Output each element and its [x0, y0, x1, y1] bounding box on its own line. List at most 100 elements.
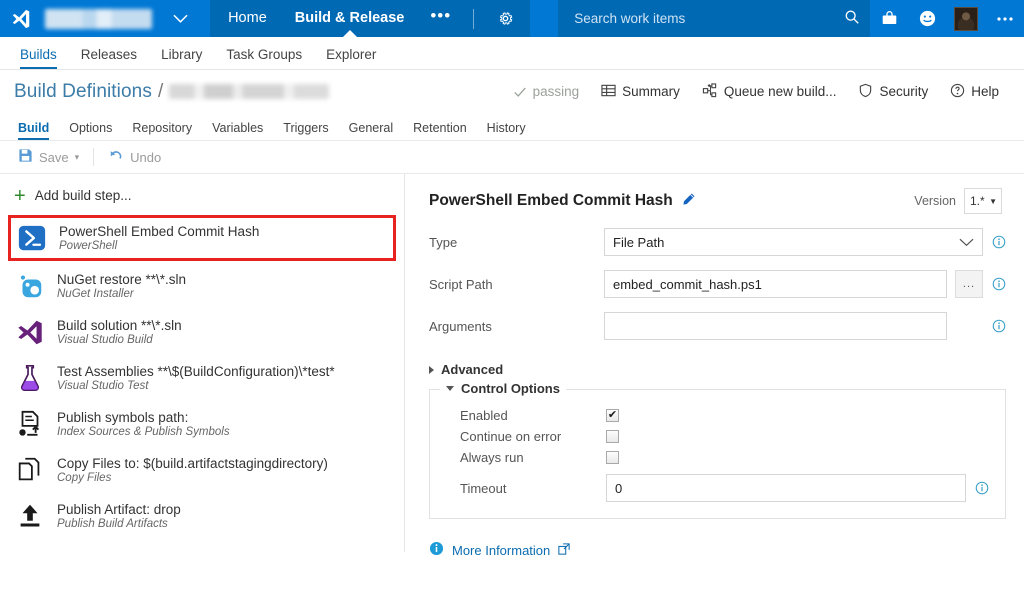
info-icon[interactable]	[974, 481, 989, 495]
info-icon[interactable]	[991, 277, 1006, 291]
table-icon	[601, 83, 616, 101]
build-step-title: Build solution **\*.sln	[57, 318, 182, 333]
continue-on-error-checkbox[interactable]	[606, 430, 619, 443]
shield-icon	[858, 83, 873, 101]
build-step-powershell[interactable]: PowerShell Embed Commit Hash PowerShell	[8, 215, 396, 261]
build-step-subtitle: Visual Studio Build	[57, 334, 153, 346]
tab-variables[interactable]: Variables	[202, 121, 273, 140]
control-row-always-run: Always run	[430, 450, 1005, 465]
timeout-input[interactable]	[606, 474, 966, 502]
enabled-checkbox[interactable]	[606, 409, 619, 422]
add-build-step-button[interactable]: + Add build step...	[0, 174, 404, 215]
nav-overflow-icon[interactable]: •••	[418, 0, 463, 37]
info-icon[interactable]	[991, 235, 1006, 249]
chevron-right-icon	[429, 365, 434, 374]
upload-arrow-icon	[14, 500, 46, 532]
control-options-legend: Control Options	[461, 381, 560, 396]
build-step-build-solution[interactable]: Build solution **\*.sln Visual Studio Bu…	[6, 309, 398, 355]
build-step-title: Publish symbols path:	[57, 410, 189, 425]
build-step-nuget-restore[interactable]: NuGet restore **\*.sln NuGet Installer	[6, 263, 398, 309]
definition-tabs: Build Options Repository Variables Trigg…	[0, 113, 1024, 141]
marketplace-icon[interactable]	[870, 0, 908, 37]
arguments-input[interactable]	[604, 312, 947, 340]
nav-item-home[interactable]: Home	[214, 0, 281, 37]
security-label: Security	[879, 84, 929, 99]
build-step-copy-files[interactable]: Copy Files to: $(build.artifactstagingdi…	[6, 447, 398, 493]
subnav-item-releases[interactable]: Releases	[69, 47, 149, 69]
pencil-icon[interactable]	[681, 192, 696, 210]
subnav-item-explorer[interactable]: Explorer	[314, 47, 388, 69]
page-title: PowerShell Embed Commit Hash	[429, 192, 673, 209]
breadcrumb-root[interactable]: Build Definitions	[14, 81, 152, 102]
breadcrumb-separator: /	[157, 80, 164, 102]
build-step-title: NuGet restore **\*.sln	[57, 272, 187, 287]
subnav-item-builds[interactable]: Builds	[8, 47, 69, 69]
chevron-down-icon[interactable]	[152, 0, 210, 37]
queue-new-build-label: Queue new build...	[723, 84, 837, 99]
toolbar-divider	[93, 148, 95, 166]
more-information-label: More Information	[452, 542, 551, 558]
browse-button[interactable]: ...	[955, 270, 983, 298]
user-avatar[interactable]	[954, 6, 979, 31]
version-value: 1.*	[970, 194, 985, 208]
timeout-label: Timeout	[460, 480, 507, 496]
chevron-down-icon	[959, 235, 974, 250]
tab-build[interactable]: Build	[8, 121, 59, 140]
tab-options[interactable]: Options	[59, 121, 122, 140]
field-row-script-path: Script Path ...	[429, 270, 1024, 298]
summary-button[interactable]: Summary	[590, 79, 691, 105]
always-run-label: Always run	[460, 450, 524, 465]
build-step-publish-artifact[interactable]: Publish Artifact: drop Publish Build Art…	[6, 493, 398, 539]
help-button[interactable]: Help	[939, 79, 1010, 105]
queue-new-build-button[interactable]: Queue new build...	[691, 79, 848, 105]
advanced-section-toggle[interactable]: Advanced	[429, 362, 1024, 377]
field-row-arguments: Arguments	[429, 312, 1024, 340]
version-dropdown[interactable]: 1.* ▼	[964, 188, 1002, 214]
external-link-icon	[558, 542, 570, 558]
organization-name-redacted	[44, 8, 152, 29]
feedback-smiley-icon[interactable]	[908, 0, 946, 37]
script-path-input[interactable]	[604, 270, 947, 298]
nav-item-build-release[interactable]: Build & Release	[281, 0, 419, 37]
always-run-checkbox[interactable]	[606, 451, 619, 464]
search-icon[interactable]	[844, 9, 860, 28]
tab-repository[interactable]: Repository	[122, 121, 202, 140]
field-row-type: Type File Path	[429, 228, 1024, 256]
security-button[interactable]: Security	[847, 79, 939, 105]
script-path-label: Script Path	[429, 276, 493, 292]
build-steps-panel: + Add build step... PowerShell Embed Com…	[0, 174, 405, 552]
save-caret-icon[interactable]: ▾	[75, 152, 80, 163]
subnav-item-task-groups[interactable]: Task Groups	[214, 47, 314, 69]
subnav-item-library[interactable]: Library	[149, 47, 214, 69]
search-input[interactable]	[572, 10, 845, 27]
search-box[interactable]	[558, 0, 871, 37]
gear-icon[interactable]	[484, 0, 526, 37]
top-header: Home Build & Release •••	[0, 0, 1024, 37]
enabled-label: Enabled	[460, 408, 508, 423]
save-button[interactable]: Save ▾	[10, 144, 87, 170]
tab-general[interactable]: General	[339, 121, 403, 140]
version-label: Version	[914, 194, 956, 208]
summary-label: Summary	[622, 84, 680, 99]
info-icon[interactable]	[991, 319, 1006, 333]
control-options-toggle[interactable]: Control Options	[440, 381, 566, 396]
hub-navigation: Home Build & Release •••	[210, 0, 531, 37]
status-label: passing	[532, 84, 580, 99]
tab-history[interactable]: History	[477, 121, 536, 140]
advanced-label: Advanced	[441, 362, 504, 377]
help-label: Help	[971, 84, 999, 99]
visual-studio-icon	[14, 316, 46, 348]
tab-retention[interactable]: Retention	[403, 121, 477, 140]
type-select[interactable]: File Path	[604, 228, 983, 256]
build-step-test-assemblies[interactable]: Test Assemblies **\$(BuildConfiguration)…	[6, 355, 398, 401]
more-options-icon[interactable]	[986, 0, 1024, 37]
copy-files-icon	[14, 454, 46, 486]
tab-triggers[interactable]: Triggers	[273, 121, 338, 140]
build-step-publish-symbols[interactable]: Publish symbols path: Index Sources & Pu…	[6, 401, 398, 447]
publish-symbols-icon	[14, 408, 46, 440]
visual-studio-logo[interactable]	[0, 8, 43, 30]
undo-button[interactable]: Undo	[100, 144, 169, 170]
task-version-selector: Version 1.* ▼	[914, 188, 1002, 214]
sub-navigation: Builds Releases Library Task Groups Expl…	[0, 37, 1024, 70]
more-information-link[interactable]: More Information	[429, 541, 1024, 559]
